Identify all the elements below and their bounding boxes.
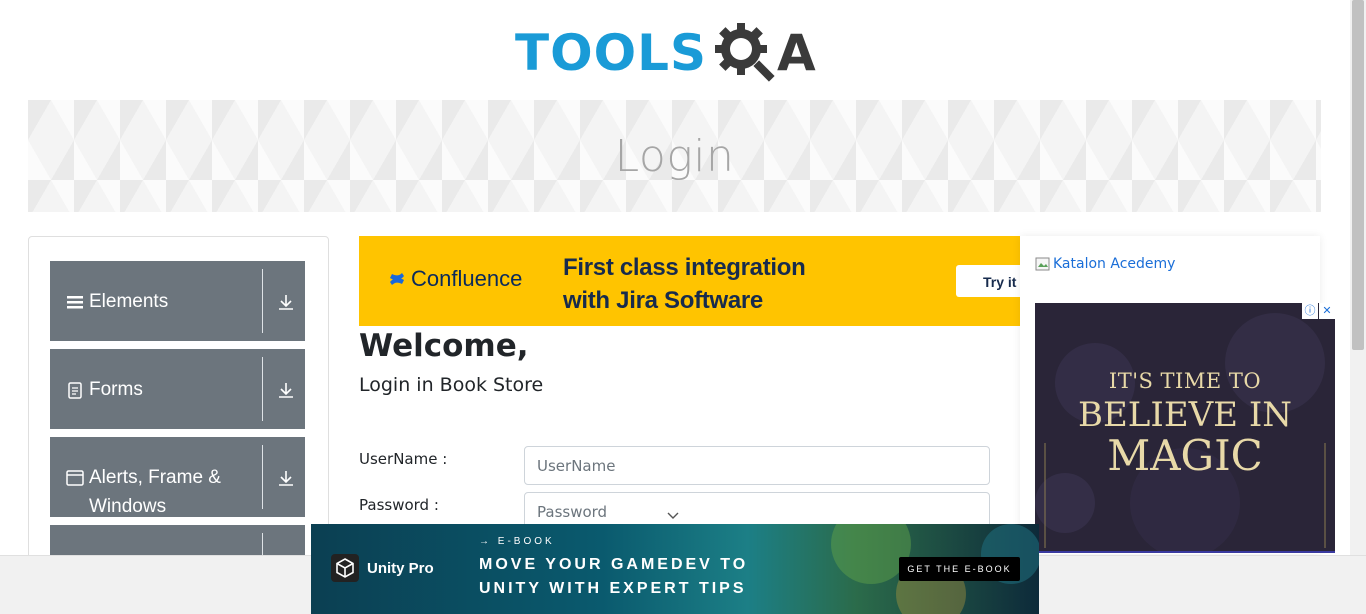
- confluence-tagline: First class integration with Jira Softwa…: [563, 251, 806, 317]
- confluence-cta-button[interactable]: Try it f: [956, 265, 1020, 297]
- unity-logo: Unity Pro: [331, 554, 434, 582]
- username-label: UserName :: [359, 450, 448, 468]
- unity-cube-icon: [331, 554, 359, 582]
- chevron-down-icon: [667, 512, 679, 519]
- logo-text-tools: TOOLS: [515, 24, 707, 82]
- window-icon: [66, 470, 84, 486]
- confluence-line-2: with Jira Software: [563, 287, 763, 314]
- left-sidebar: Elements Forms Alerts, Frame & Windows: [28, 236, 329, 566]
- unity-cta-button[interactable]: GET THE E-BOOK: [899, 557, 1020, 581]
- logo-text-a: A: [777, 24, 816, 82]
- magic-line-2: BELIEVE IN: [1078, 395, 1292, 435]
- site-header: TOOLS A: [0, 0, 1350, 100]
- confluence-logo: Confluence: [389, 266, 522, 292]
- sidebar-group-label: Elements: [89, 291, 169, 312]
- katalon-ad-link[interactable]: Katalon Acedemy: [1035, 256, 1175, 272]
- magic-ad[interactable]: IT'S TIME TO BELIEVE IN MAGIC ⓘ ✕: [1035, 303, 1335, 553]
- divider: [262, 357, 263, 421]
- download-arrow-icon[interactable]: [277, 469, 295, 487]
- confluence-brand: Confluence: [411, 266, 523, 291]
- username-input[interactable]: [524, 446, 990, 485]
- ad-badges: ⓘ ✕: [1301, 303, 1335, 319]
- password-label: Password :: [359, 496, 439, 514]
- download-arrow-icon[interactable]: [277, 293, 295, 311]
- list-icon: [67, 296, 83, 309]
- sidebar-group-alerts-frame-windows[interactable]: Alerts, Frame & Windows: [50, 437, 305, 517]
- page-banner: Login: [28, 100, 1321, 212]
- gear-magnifier-icon: [715, 23, 775, 82]
- unity-brand: Unity Pro: [367, 559, 434, 577]
- katalon-alt-text: Katalon Acedemy: [1053, 256, 1176, 272]
- magic-line-1: IT'S TIME TO: [1108, 369, 1262, 393]
- unity-headline: MOVE YOUR GAMEDEV TO UNITY WITH EXPERT T…: [479, 553, 748, 601]
- document-icon: [68, 382, 82, 399]
- magic-line-3: MAGIC: [1107, 431, 1263, 480]
- magic-ad-text: IT'S TIME TO BELIEVE IN MAGIC: [1035, 303, 1335, 551]
- broken-image-icon: [1035, 257, 1050, 271]
- scrollbar-thumb[interactable]: [1352, 0, 1364, 350]
- page-title: Login: [614, 130, 735, 182]
- sidebar-group-label: Alerts, Frame & Windows: [89, 467, 221, 517]
- divider: [262, 445, 263, 509]
- unity-headline-2: UNITY WITH EXPERT TIPS: [479, 580, 747, 597]
- unity-kicker: → E-BOOK: [479, 536, 555, 547]
- sidebar-group-label: Forms: [89, 379, 143, 400]
- confluence-icon: [390, 273, 404, 285]
- info-icon[interactable]: ⓘ: [1302, 303, 1318, 319]
- sidebar-group-forms[interactable]: Forms: [50, 349, 305, 429]
- download-arrow-icon[interactable]: [277, 381, 295, 399]
- toolsqa-logo[interactable]: TOOLS A: [515, 16, 837, 90]
- sidebar-group-elements[interactable]: Elements: [50, 261, 305, 341]
- unity-headline-1: MOVE YOUR GAMEDEV TO: [479, 556, 749, 573]
- welcome-heading: Welcome,: [359, 328, 529, 364]
- divider: [262, 269, 263, 333]
- login-subtitle: Login in Book Store: [359, 374, 544, 396]
- confluence-line-1: First class integration: [563, 254, 806, 281]
- confluence-ad[interactable]: Confluence First class integration with …: [359, 236, 1020, 326]
- close-icon[interactable]: ✕: [1319, 303, 1335, 319]
- unity-ad[interactable]: Unity Pro → E-BOOK MOVE YOUR GAMEDEV TO …: [311, 524, 1039, 614]
- page: TOOLS A Login Elements Forms Alerts, Fra…: [0, 0, 1366, 614]
